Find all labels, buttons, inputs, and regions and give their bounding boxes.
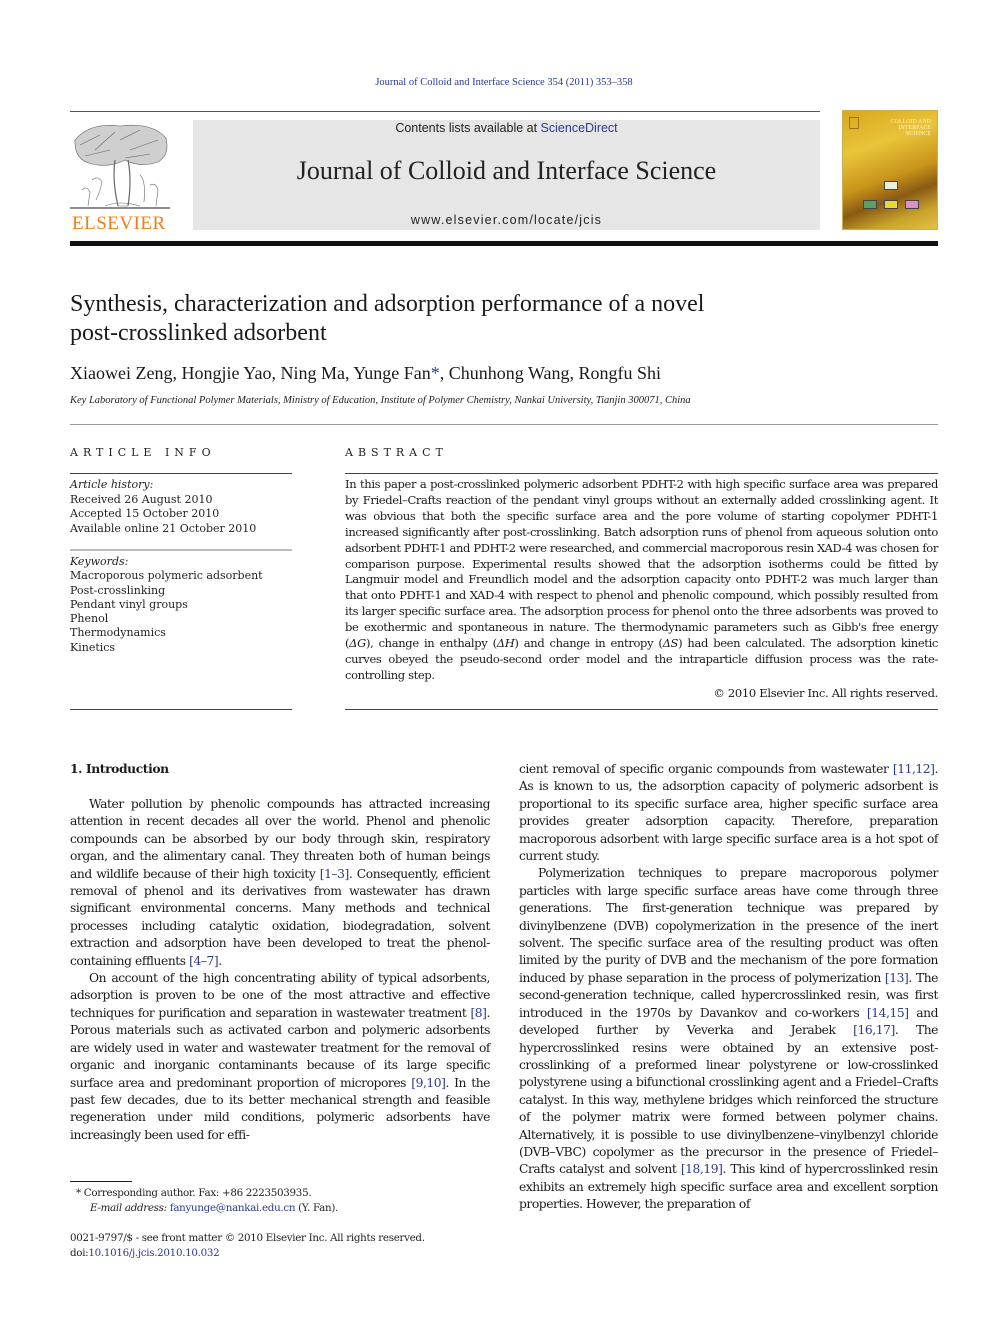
history-online: Available online 21 October 2010 — [70, 521, 257, 535]
abstract-heading: ABSTRACT — [345, 446, 448, 459]
email-note: E-mail address: fanyunge@nankai.edu.cn (… — [70, 1201, 490, 1216]
keyword-item: Macroporous polymeric adsorbent — [70, 569, 263, 583]
footnote-rule — [70, 1181, 132, 1182]
running-head-citation[interactable]: Journal of Colloid and Interface Science… — [0, 77, 992, 88]
paragraph: Polymerization techniques to prepare mac… — [519, 865, 938, 1213]
citation-link[interactable]: [18,19] — [681, 1162, 723, 1176]
journal-cover-thumbnail[interactable]: COLLOID AND INTERFACE SCIENCE — [842, 110, 938, 230]
symbol-delta-h: ΔH — [496, 636, 515, 651]
elsevier-logo[interactable]: ELSEVIER — [70, 120, 172, 235]
symbol-delta-g: ΔG — [349, 636, 366, 651]
keyword-item: Pendant vinyl groups — [70, 597, 188, 611]
abstract-rule — [345, 709, 938, 710]
abstract-segment: ), change in enthalpy ( — [365, 636, 497, 651]
authors-rest: , Chunhong Wang, Rongfu Shi — [439, 363, 662, 383]
footnote-text: Corresponding author. Fax: +86 222350393… — [80, 1187, 312, 1199]
citation-link[interactable]: [1–3] — [320, 867, 350, 881]
cover-publisher-icon — [849, 117, 859, 129]
author-list: Xiaowei Zeng, Hongjie Yao, Ning Ma, Yung… — [70, 363, 930, 384]
citation-link[interactable]: [4–7] — [189, 954, 219, 968]
paper-title: Synthesis, characterization and adsorpti… — [70, 290, 930, 348]
text-run: On account of the high concentrating abi… — [70, 971, 490, 1020]
article-info-rule — [70, 709, 292, 710]
abstract-copyright: © 2010 Elsevier Inc. All rights reserved… — [713, 686, 938, 700]
affiliation: Key Laboratory of Functional Polymer Mat… — [70, 395, 691, 406]
history-received: Received 26 August 2010 — [70, 492, 213, 506]
doi-line: doi:10.1016/j.jcis.2010.10.032 — [70, 1246, 570, 1261]
history-accepted: Accepted 15 October 2010 — [70, 507, 220, 521]
article-info-rule — [70, 473, 292, 474]
paragraph: On account of the high concentrating abi… — [70, 970, 490, 1144]
journal-url[interactable]: www.elsevier.com/locate/jcis — [193, 213, 820, 227]
email-suffix: (Y. Fan). — [295, 1202, 339, 1214]
cover-graphic-box — [863, 200, 877, 209]
abstract-segment: ) and change in entropy ( — [514, 636, 663, 651]
citation-link[interactable]: [13] — [885, 971, 909, 985]
cover-graphic-box — [884, 200, 898, 209]
sciencedirect-link[interactable]: ScienceDirect — [541, 121, 618, 135]
contents-prefix: Contents lists available at — [395, 121, 541, 135]
cover-title-line: SCIENCE — [905, 131, 931, 137]
keywords-list: Keywords: Macroporous polymeric adsorben… — [70, 555, 292, 655]
text-run: . Consequently, efficient removal of phe… — [70, 866, 490, 968]
cover-graphic-box — [884, 181, 898, 190]
citation-link[interactable]: [16,17] — [853, 1023, 895, 1037]
keyword-item: Post-crosslinking — [70, 583, 166, 597]
masthead-thick-rule — [70, 241, 938, 246]
cover-title: COLLOID AND INTERFACE SCIENCE — [861, 119, 932, 137]
contents-availability-line: Contents lists available at ScienceDirec… — [193, 120, 820, 135]
paper-title-line: Synthesis, characterization and adsorpti… — [70, 291, 705, 317]
keywords-label: Keywords: — [70, 555, 129, 568]
email-link[interactable]: fanyunge@nankai.edu.cn — [170, 1202, 296, 1214]
elsevier-wordmark: ELSEVIER — [72, 213, 166, 234]
keyword-item: Thermodynamics — [70, 626, 166, 640]
title-divider — [70, 424, 938, 425]
text-run: . As is known to us, the adsorption capa… — [519, 762, 938, 864]
elsevier-tree-icon — [70, 124, 170, 209]
text-run: . — [218, 953, 222, 968]
paragraph: Water pollution by phenolic compounds ha… — [70, 796, 490, 970]
text-run: cient removal of specific organic compou… — [519, 762, 893, 776]
keyword-item: Phenol — [70, 612, 109, 626]
text-run: Polymerization techniques to prepare mac… — [519, 866, 938, 985]
article-info-rule — [70, 549, 292, 551]
body-column-right: cient removal of specific organic compou… — [519, 761, 938, 1214]
doi-link[interactable]: 10.1016/j.jcis.2010.10.032 — [88, 1247, 219, 1259]
issn-line: 0021-9797/$ - see front matter © 2010 El… — [70, 1232, 425, 1244]
abstract-text: In this paper a post-crosslinked polymer… — [345, 477, 938, 684]
paper-title-line: post-crosslinked adsorbent — [70, 320, 327, 346]
citation-link[interactable]: [11,12] — [893, 762, 935, 776]
text-run: . The hypercrosslinked resins were obtai… — [519, 1023, 938, 1177]
article-info-heading: ARTICLE INFO — [70, 446, 216, 459]
front-matter: 0021-9797/$ - see front matter © 2010 El… — [70, 1231, 570, 1260]
corresponding-author-mark[interactable]: * — [431, 363, 440, 383]
cover-graphic-box — [905, 200, 919, 209]
corresponding-author-note: * Corresponding author. Fax: +86 2223503… — [70, 1186, 490, 1201]
citation-link[interactable]: [14,15] — [867, 1006, 909, 1020]
doi-prefix: doi: — [70, 1246, 89, 1259]
journal-title: Journal of Colloid and Interface Science — [296, 156, 717, 185]
citation-link[interactable]: [8] — [470, 1006, 487, 1020]
section-heading-introduction: 1. Introduction — [70, 761, 169, 776]
authors-first: Xiaowei Zeng, Hongjie Yao, Ning Ma, Yung… — [70, 363, 431, 383]
symbol-delta-s: ΔS — [662, 636, 679, 651]
abstract-segment: In this paper a post-crosslinked polymer… — [345, 477, 938, 651]
citation-link[interactable]: [9,10] — [411, 1076, 446, 1090]
footnotes: * Corresponding author. Fax: +86 2223503… — [70, 1186, 490, 1216]
keyword-item: Kinetics — [70, 640, 116, 654]
article-history: Article history: Received 26 August 2010… — [70, 478, 292, 536]
body-column-left: Water pollution by phenolic compounds ha… — [70, 796, 490, 1144]
masthead-top-rule — [70, 111, 820, 112]
email-label: E-mail address: — [90, 1202, 167, 1214]
article-history-label: Article history: — [70, 478, 154, 491]
abstract-rule — [345, 473, 938, 474]
paragraph: cient removal of specific organic compou… — [519, 761, 938, 865]
